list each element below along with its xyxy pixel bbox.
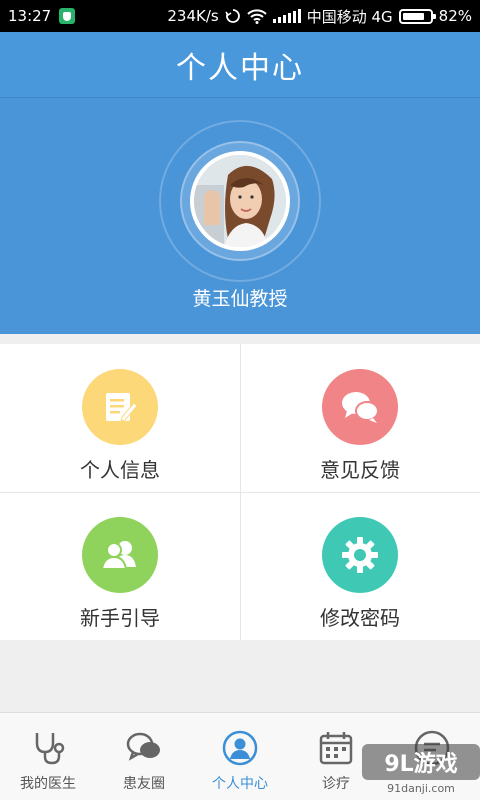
change-password-circle (322, 517, 398, 593)
menu-grid: 个人信息 意见反馈 新手引导 修改密码 (0, 344, 480, 640)
sync-icon (225, 9, 240, 23)
nav-personal-center[interactable]: 个人中心 (192, 713, 288, 800)
watermark-logo: 9L游戏 (362, 744, 480, 780)
avatar-photo (194, 155, 286, 247)
carrier-label: 中国移动 4G (306, 7, 393, 26)
avatar[interactable] (190, 151, 290, 251)
guide-label: 新手引导 (80, 606, 160, 630)
security-shield-icon (59, 8, 76, 24)
stethoscope-icon (35, 733, 65, 765)
status-bar: 13:27 234K/s 中国移动 4G 82% (0, 0, 480, 32)
title-bar: 个人中心 (0, 32, 480, 98)
personal-info-circle (82, 369, 158, 445)
calendar-icon (319, 732, 353, 765)
page-title: 个人中心 (176, 50, 304, 86)
battery-icon (398, 8, 436, 24)
user-icon (222, 730, 258, 766)
menu-item-personal-info[interactable]: 个人信息 (0, 344, 240, 492)
nav-my-doctor[interactable]: 我的医生 (0, 713, 96, 800)
users-icon (100, 541, 136, 570)
personal-info-label: 个人信息 (80, 458, 160, 482)
gear-icon (342, 537, 378, 573)
network-speed: 234K/s (167, 7, 219, 25)
nav-personal-center-label: 个人中心 (212, 776, 268, 792)
nav-patient-circle-label: 患友圈 (123, 776, 165, 792)
chat-icon (126, 732, 160, 761)
watermark: 9L游戏 91danji.com (362, 740, 480, 800)
chat-bubbles-icon (342, 392, 379, 423)
menu-item-change-password[interactable]: 修改密码 (240, 492, 480, 640)
wifi-icon (247, 8, 267, 24)
profile-section: 黄玉仙教授 (0, 98, 480, 334)
nav-patient-circle[interactable]: 患友圈 (96, 713, 192, 800)
change-password-label: 修改密码 (320, 606, 400, 630)
nav-my-doctor-label: 我的医生 (20, 776, 76, 792)
user-name: 黄玉仙教授 (192, 288, 288, 310)
guide-circle (82, 517, 158, 593)
feedback-circle (322, 369, 398, 445)
menu-item-guide[interactable]: 新手引导 (0, 492, 240, 640)
document-edit-icon (106, 393, 138, 422)
menu-item-feedback[interactable]: 意见反馈 (240, 344, 480, 492)
signal-icon (272, 9, 301, 23)
battery-percent: 82% (438, 7, 472, 25)
status-time: 13:27 (8, 7, 52, 25)
feedback-label: 意见反馈 (320, 458, 400, 482)
watermark-url: 91danji.com (387, 782, 455, 795)
